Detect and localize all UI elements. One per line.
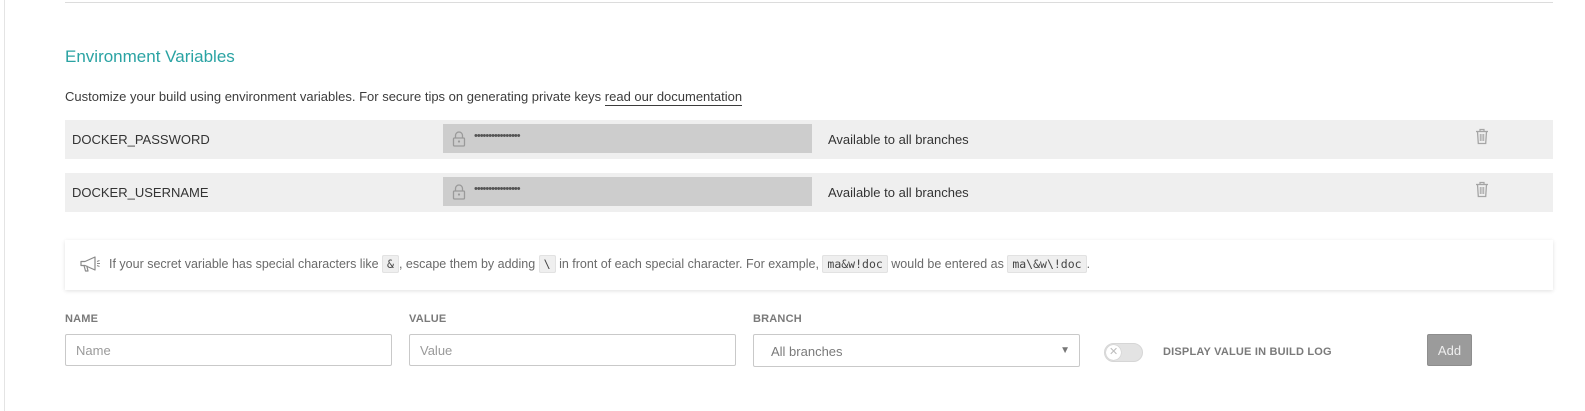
section-title: Environment Variables bbox=[65, 47, 235, 66]
name-input[interactable] bbox=[65, 334, 392, 366]
env-var-branch: Available to all branches bbox=[828, 185, 969, 200]
branch-select-value: All branches bbox=[771, 344, 843, 359]
branch-select[interactable]: All branches ▼ bbox=[753, 334, 1080, 367]
lock-icon bbox=[452, 131, 466, 147]
notice-text-part: , escape them by adding bbox=[398, 257, 539, 271]
value-input[interactable] bbox=[409, 334, 736, 366]
trash-icon[interactable] bbox=[1475, 128, 1489, 145]
value-field-label: VALUE bbox=[409, 313, 447, 325]
environment-variables-section: Environment Variables Customize your bui… bbox=[65, 0, 1553, 411]
masked-value: •••••••••••••••• bbox=[474, 130, 521, 142]
code-snippet: ma&w!doc bbox=[822, 255, 888, 273]
env-var-value: •••••••••••••••• bbox=[443, 124, 812, 153]
chevron-down-icon: ▼ bbox=[1060, 345, 1070, 356]
add-button[interactable]: Add bbox=[1427, 334, 1472, 366]
branch-field-label: BRANCH bbox=[753, 313, 802, 325]
env-var-name: DOCKER_PASSWORD bbox=[72, 132, 210, 147]
notice-text-part: . bbox=[1086, 257, 1091, 271]
code-snippet: ma\&w\!doc bbox=[1007, 255, 1087, 273]
env-var-name: DOCKER_USERNAME bbox=[72, 185, 209, 200]
env-var-row: DOCKER_PASSWORD •••••••••••••••• Availab… bbox=[65, 120, 1553, 159]
display-value-toggle[interactable]: ✕ bbox=[1104, 343, 1143, 362]
env-var-value: •••••••••••••••• bbox=[443, 177, 812, 206]
special-characters-notice: If your secret variable has special char… bbox=[65, 240, 1553, 290]
close-icon: ✕ bbox=[1109, 346, 1119, 358]
panel-left-border bbox=[4, 0, 5, 411]
description-text: Customize your build using environment v… bbox=[65, 89, 605, 104]
name-field-label: NAME bbox=[65, 313, 99, 325]
trash-icon[interactable] bbox=[1475, 181, 1489, 198]
code-snippet: & bbox=[382, 255, 399, 273]
notice-text-part: would be entered as bbox=[887, 257, 1008, 271]
section-description: Customize your build using environment v… bbox=[65, 89, 743, 106]
toggle-knob: ✕ bbox=[1106, 345, 1121, 360]
megaphone-icon bbox=[80, 256, 100, 272]
env-var-row: DOCKER_USERNAME •••••••••••••••• Availab… bbox=[65, 173, 1553, 212]
documentation-link[interactable]: read our documentation bbox=[604, 89, 743, 106]
notice-text-part: in front of each special character. For … bbox=[555, 257, 823, 271]
notice-text-part: If your secret variable has special char… bbox=[109, 257, 383, 271]
notice-text: If your secret variable has special char… bbox=[109, 255, 1091, 273]
code-snippet: \ bbox=[538, 255, 556, 273]
env-var-branch: Available to all branches bbox=[828, 132, 969, 147]
lock-icon bbox=[452, 184, 466, 200]
masked-value: •••••••••••••••• bbox=[474, 183, 521, 195]
display-value-label: DISPLAY VALUE IN BUILD LOG bbox=[1163, 346, 1332, 358]
